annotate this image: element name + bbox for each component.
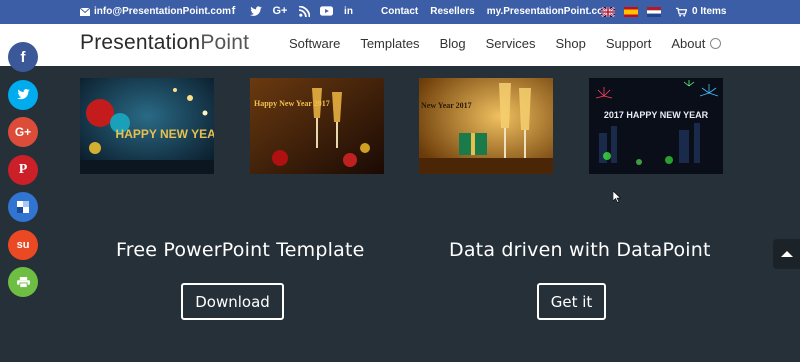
nav-services[interactable]: Services <box>486 36 536 51</box>
print-button[interactable] <box>8 267 38 297</box>
nav-support[interactable]: Support <box>606 36 652 51</box>
share-pinterest-button[interactable]: P <box>8 154 38 185</box>
download-button[interactable]: Download <box>181 283 284 320</box>
email-text: info@PresentationPoint.com <box>94 6 231 17</box>
cart-label: 0 Items <box>692 6 727 17</box>
contact-link[interactable]: Contact <box>381 6 418 17</box>
share-twitter-button[interactable] <box>8 79 38 110</box>
logo-text-point: Point <box>200 31 250 54</box>
thumbnail-caption-1: HAPPY NEW YEAR <box>116 127 214 141</box>
share-stumbleupon-button[interactable]: su <box>8 229 38 260</box>
top-links: Contact Resellers my.PresentationPoint.c… <box>381 6 612 17</box>
twitter-icon[interactable] <box>249 4 262 18</box>
main-header: PresentationPoint Software Templates Blo… <box>0 24 800 66</box>
print-icon <box>16 276 30 288</box>
youtube-icon[interactable] <box>320 4 333 18</box>
linkedin-icon[interactable]: in <box>342 4 355 18</box>
site-logo[interactable]: PresentationPoint <box>80 31 249 55</box>
top-utility-bar: info@PresentationPoint.com f G+ in Conta… <box>0 0 800 24</box>
share-facebook-button[interactable]: f <box>8 42 38 72</box>
template-thumbnail-4[interactable]: 2017 HAPPY NEW YEAR <box>589 78 723 174</box>
chevron-up-icon <box>780 251 793 257</box>
search-icon[interactable] <box>710 38 721 49</box>
thumbnail-caption-3: New Year 2017 <box>421 101 472 110</box>
delicious-icon <box>17 201 29 213</box>
thumbnail-caption-2: Happy New Year 2017 <box>254 99 330 108</box>
cta-left-title: Free PowerPoint Template <box>116 239 365 261</box>
nav-software[interactable]: Software <box>289 36 340 51</box>
twitter-icon <box>16 89 30 100</box>
netherlands-flag-icon[interactable] <box>647 7 661 17</box>
nav-about[interactable]: About <box>671 36 705 51</box>
cart-link[interactable]: 0 Items <box>676 6 726 17</box>
uk-flag-icon[interactable] <box>601 7 615 17</box>
social-links: f G+ in <box>227 4 355 18</box>
scroll-to-top-button[interactable] <box>773 239 800 269</box>
cta-right-title: Data driven with DataPoint <box>449 239 711 261</box>
template-thumbnail-1[interactable]: HAPPY NEW YEAR <box>80 78 214 174</box>
nav-shop[interactable]: Shop <box>555 36 585 51</box>
envelope-icon <box>80 7 90 16</box>
share-google-plus-button[interactable]: G+ <box>8 117 38 147</box>
share-delicious-button[interactable] <box>8 192 38 222</box>
thumbnail-caption-4: 2017 HAPPY NEW YEAR <box>604 110 709 120</box>
stumbleupon-icon: su <box>16 238 30 251</box>
cart-icon <box>676 7 687 17</box>
rss-icon[interactable] <box>298 4 311 18</box>
nav-blog[interactable]: Blog <box>440 36 466 51</box>
facebook-icon[interactable]: f <box>227 4 240 18</box>
template-thumbnail-2[interactable]: Happy New Year 2017 <box>250 78 384 174</box>
template-thumbnail-3[interactable]: New Year 2017 <box>419 78 553 174</box>
my-account-link[interactable]: my.PresentationPoint.com <box>487 6 612 17</box>
facebook-icon: f <box>20 48 26 66</box>
resellers-link[interactable]: Resellers <box>430 6 474 17</box>
mouse-cursor-icon <box>613 191 621 203</box>
pinterest-icon: P <box>18 161 28 177</box>
email-link[interactable]: info@PresentationPoint.com <box>80 6 231 17</box>
logo-text-presentation: Presentation <box>80 31 201 54</box>
share-sidebar: f G+ P su <box>8 42 38 305</box>
google-plus-icon[interactable]: G+ <box>271 4 289 18</box>
nav-templates[interactable]: Templates <box>360 36 419 51</box>
get-it-button[interactable]: Get it <box>537 283 606 320</box>
google-plus-icon: G+ <box>14 125 32 139</box>
spain-flag-icon[interactable] <box>624 7 638 17</box>
language-flags <box>601 7 661 17</box>
main-nav: Software Templates Blog Services Shop Su… <box>289 36 705 51</box>
